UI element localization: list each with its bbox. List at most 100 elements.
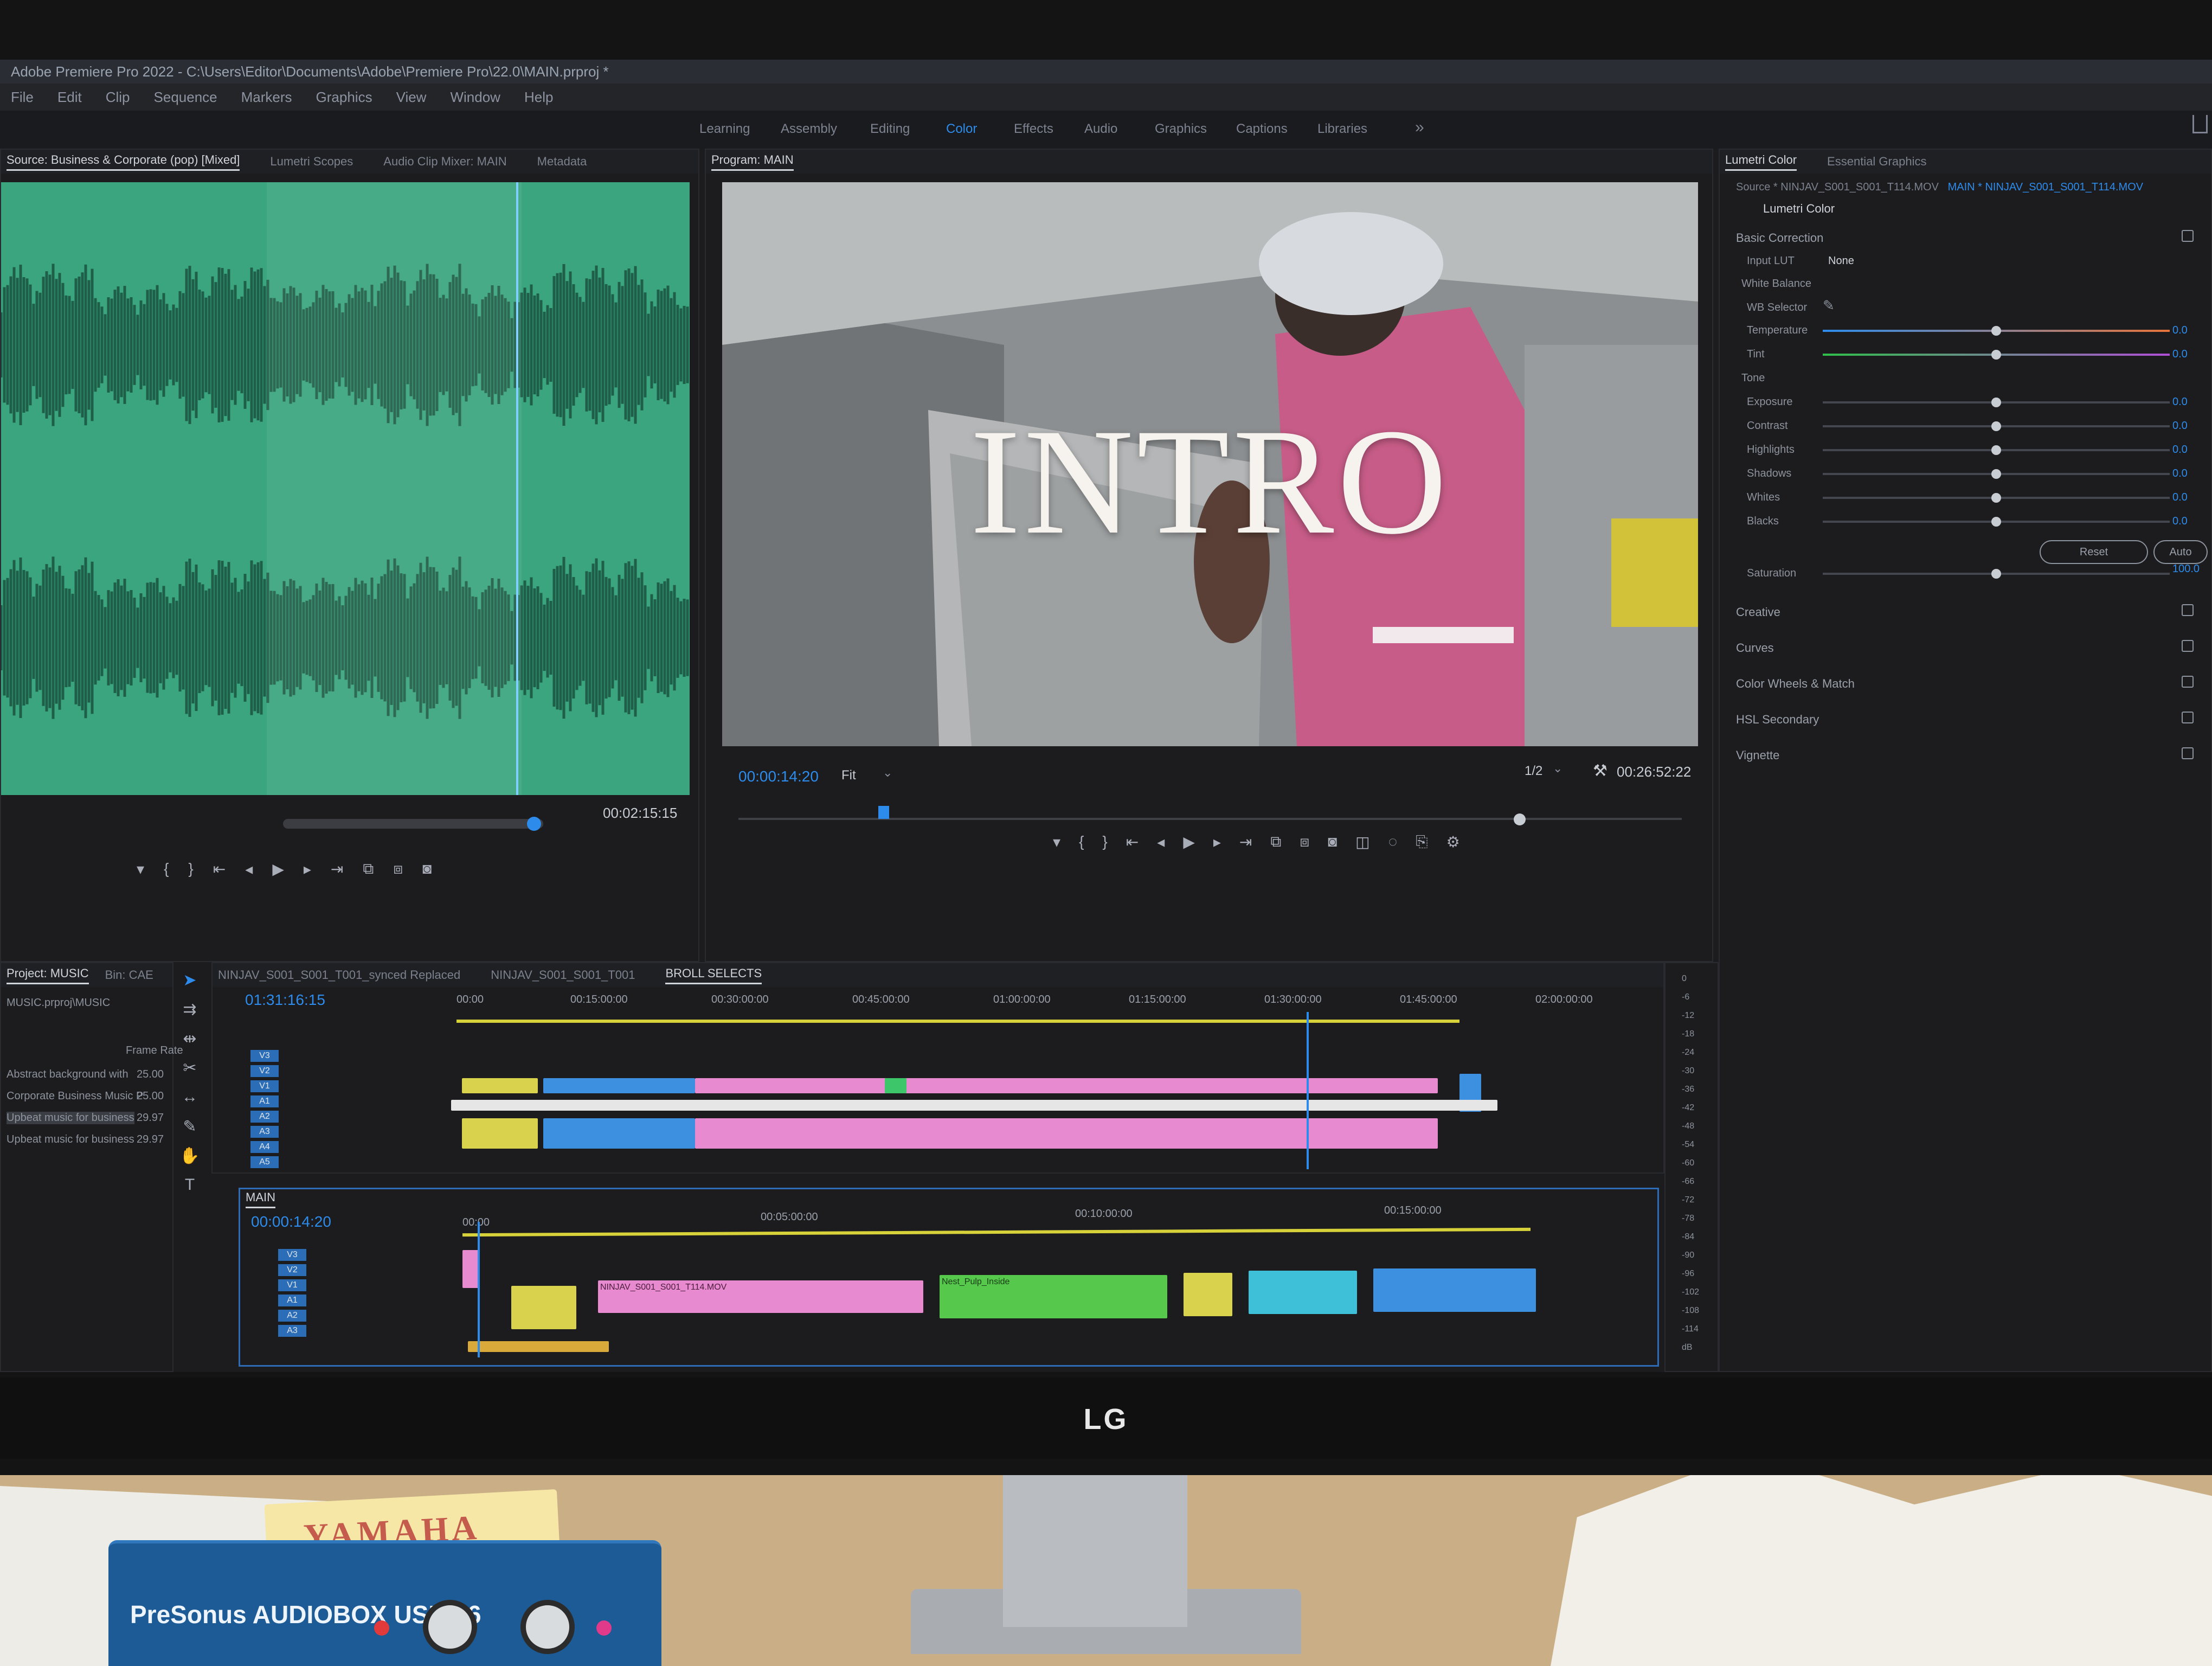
gain-knob[interactable] [423,1600,477,1654]
export-frame-icon[interactable]: ◙ [422,860,432,878]
workspace-color[interactable]: Color [946,121,977,137]
timeline-clip[interactable] [885,1078,906,1093]
temperature-knob[interactable] [1991,326,2001,336]
work-area-bar[interactable] [456,1020,1459,1023]
curves-checkbox[interactable] [2182,640,2194,652]
menu-help[interactable]: Help [524,89,553,106]
vr-video-icon[interactable]: ◌ [1388,833,1398,851]
blacks-value[interactable]: 0.0 [2172,515,2188,528]
type-tool-icon[interactable]: T [179,1176,201,1197]
tint-value[interactable]: 0.0 [2172,348,2188,361]
highlights-value[interactable]: 0.0 [2172,444,2188,456]
exposure-value[interactable]: 0.0 [2172,396,2188,408]
add-marker-icon[interactable]: ▾ [137,860,144,878]
project-item-name[interactable]: Upbeat music for business [7,1133,134,1146]
ripple-edit-tool-icon[interactable]: ⇹ [179,1029,201,1051]
menu-clip[interactable]: Clip [106,89,130,106]
pen-tool-icon[interactable]: ✎ [179,1117,201,1139]
project-item-name[interactable]: Corporate Business Music P [7,1090,143,1103]
tab-program[interactable]: Program: MAIN [711,153,794,171]
section-color-wheels[interactable]: Color Wheels & Match [1736,677,1855,691]
mark-in-icon[interactable]: { [164,860,169,878]
reset-button[interactable]: Reset [2040,540,2148,564]
section-curves[interactable]: Curves [1736,641,1774,655]
extract-icon[interactable]: ⧈ [1300,833,1309,851]
track-header-v1[interactable]: V1 [278,1279,306,1291]
hsl-secondary-checkbox[interactable] [2182,712,2194,723]
chevron-down-icon[interactable]: ⌄ [883,766,892,780]
tab-lumetri-scopes[interactable]: Lumetri Scopes [270,155,353,169]
timeline-playhead[interactable] [1307,1012,1309,1169]
timeline-clip[interactable] [543,1078,695,1093]
mark-out-icon[interactable]: } [188,860,193,878]
mark-in-icon[interactable]: { [1079,833,1084,851]
blacks-knob[interactable] [1991,517,2001,527]
workspace-effects[interactable]: Effects [1014,121,1053,137]
section-vignette[interactable]: Vignette [1736,748,1779,762]
tab-lumetri-color[interactable]: Lumetri Color [1725,153,1797,171]
track-header-a1[interactable]: A1 [278,1295,306,1306]
tab-project[interactable]: Project: MUSIC [7,966,89,984]
track-header-a2[interactable]: A2 [250,1111,279,1123]
track-header-v1[interactable]: V1 [250,1080,279,1092]
exposure-knob[interactable] [1991,398,2001,407]
program-timecode[interactable]: 00:00:14:20 [738,768,819,785]
tab-source[interactable]: Source: Business & Corporate (pop) [Mixe… [7,153,240,171]
workspace-learning[interactable]: Learning [699,121,750,137]
workspace-overflow-button[interactable]: » [1415,118,1424,137]
step-back-icon[interactable]: ◂ [245,860,253,878]
main-playhead[interactable] [478,1222,480,1357]
project-item-name[interactable]: Upbeat music for business [7,1112,134,1124]
lumetri-sequence-clip[interactable]: MAIN * NINJAV_S001_S001_T114.MOV [1948,181,2144,193]
go-to-out-icon[interactable]: ⇥ [331,860,343,878]
section-hsl-secondary[interactable]: HSL Secondary [1736,713,1819,727]
whites-value[interactable]: 0.0 [2172,491,2188,504]
menu-graphics[interactable]: Graphics [316,89,372,106]
tab-sequence-t001[interactable]: NINJAV_S001_S001_T001 [491,968,635,982]
vignette-checkbox[interactable] [2182,747,2194,759]
proxy-toggle-icon[interactable]: ⎘ [1416,833,1427,851]
timeline-clip[interactable] [462,1078,538,1093]
gain-knob[interactable] [520,1600,575,1654]
timeline-clip[interactable] [1184,1273,1232,1316]
highlights-knob[interactable] [1991,445,2001,455]
tab-sequence-synced[interactable]: NINJAV_S001_S001_T001_synced Replaced [218,968,460,982]
step-forward-icon[interactable]: ▸ [304,860,311,878]
step-back-icon[interactable]: ◂ [1157,833,1165,851]
go-to-in-icon[interactable]: ⇤ [213,860,226,878]
timeline-clip[interactable] [462,1118,538,1149]
color-wheels-checkbox[interactable] [2182,676,2194,688]
track-header-a1[interactable]: A1 [250,1095,279,1107]
settings-icon[interactable]: ⚙ [1446,833,1460,851]
lumetri-source-clip[interactable]: Source * NINJAV_S001_S001_T114.MOV [1736,181,1939,193]
tab-main[interactable]: MAIN [246,1190,275,1208]
timeline-clip[interactable] [451,1100,1497,1111]
workspace-graphics[interactable]: Graphics [1155,121,1207,137]
tab-metadata[interactable]: Metadata [537,155,587,169]
go-to-in-icon[interactable]: ⇤ [1126,833,1139,851]
track-header-v3[interactable]: V3 [278,1249,306,1261]
saturation-value[interactable]: 100.0 [2172,563,2200,575]
play-icon[interactable]: ▶ [1183,833,1195,851]
auto-button[interactable]: Auto [2153,540,2208,564]
track-header-a3[interactable]: A3 [250,1126,279,1138]
project-item-name[interactable]: Abstract background with [7,1068,128,1081]
workspace-captions[interactable]: Captions [1236,121,1288,137]
temperature-value[interactable]: 0.0 [2172,324,2188,337]
menu-file[interactable]: File [11,89,34,106]
lumetri-effect-name[interactable]: Lumetri Color [1763,202,1835,216]
timeline-clip[interactable] [695,1078,1438,1093]
step-forward-icon[interactable]: ▸ [1213,833,1221,851]
insert-icon[interactable]: ⧉ [363,860,374,878]
track-header-a5[interactable]: A5 [250,1156,279,1168]
lift-icon[interactable]: ⧉ [1270,833,1281,851]
menu-sequence[interactable]: Sequence [154,89,217,106]
workspace-editing[interactable]: Editing [870,121,910,137]
timeline-clip[interactable] [1373,1268,1536,1312]
program-playhead[interactable] [878,806,889,819]
lumetri-clip-selector[interactable]: Source * NINJAV_S001_S001_T114.MOV MAIN … [1736,181,2143,194]
track-header-v2[interactable]: V2 [250,1065,279,1077]
timeline-clip[interactable] [543,1118,695,1149]
tone-header[interactable]: Tone [1741,372,1765,385]
playback-resolution-select[interactable]: 1/2 [1525,764,1542,779]
